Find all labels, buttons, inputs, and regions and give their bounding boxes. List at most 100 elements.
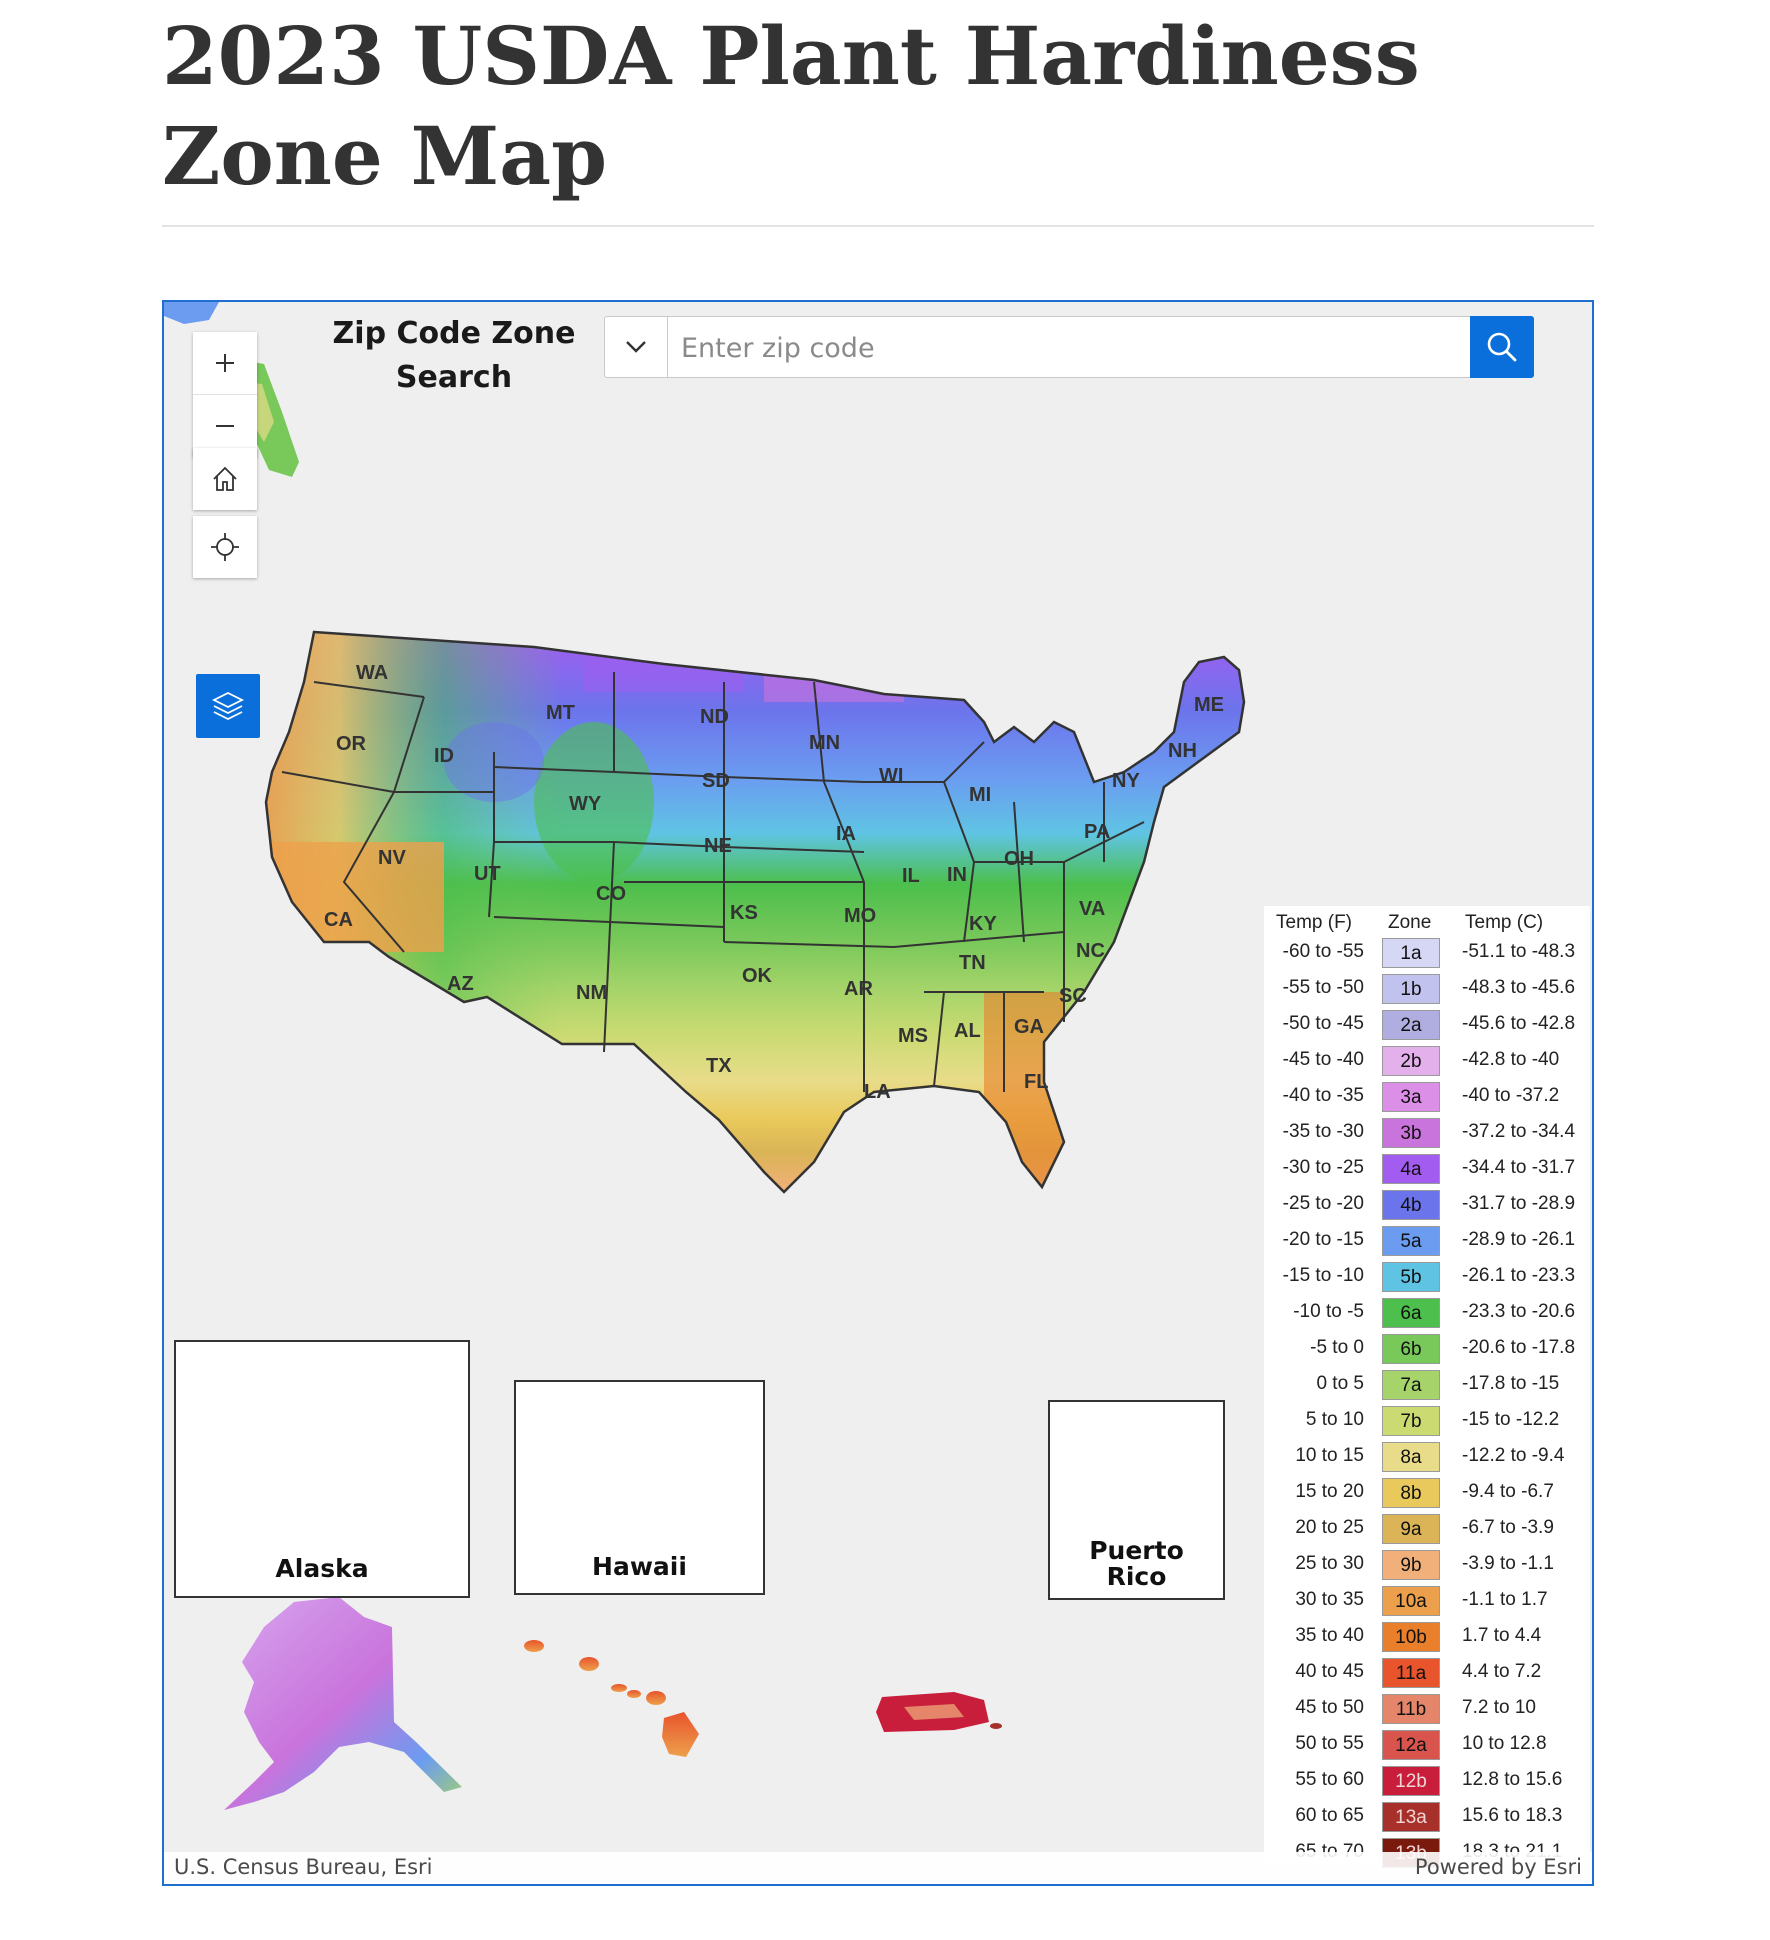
legend-temp-c: 10 to 12.8 xyxy=(1462,1733,1547,1754)
state-label-wy: WY xyxy=(569,793,602,815)
zip-code-input[interactable] xyxy=(679,323,1463,373)
legend-zone-swatch: 3a xyxy=(1382,1082,1440,1112)
legend-header-zone: Zone xyxy=(1388,912,1432,933)
locate-button[interactable] xyxy=(193,516,257,578)
legend-temp-f: 20 to 25 xyxy=(1295,1517,1364,1538)
state-label-ga: GA xyxy=(1014,1016,1044,1038)
legend-temp-c: -40 to -37.2 xyxy=(1462,1085,1560,1106)
legend-zone-swatch: 5b xyxy=(1382,1262,1440,1292)
hawaii-inset-map xyxy=(524,1640,699,1757)
search-icon xyxy=(1487,332,1517,362)
legend-row-6a: -10 to -5 6a -23.3 to -20.6 xyxy=(1264,1296,1590,1332)
state-label-wi: WI xyxy=(879,765,903,787)
state-label-nd: ND xyxy=(700,706,729,728)
legend-header-temp-c: Temp (C) xyxy=(1465,912,1544,933)
legend-temp-c: -42.8 to -40 xyxy=(1462,1049,1560,1070)
legend-temp-f: 35 to 40 xyxy=(1295,1625,1364,1646)
legend-temp-f: 40 to 45 xyxy=(1295,1661,1364,1682)
hawaii-inset[interactable]: Hawaii xyxy=(514,1380,765,1595)
state-label-co: CO xyxy=(596,883,626,905)
legend-temp-f: -30 to -25 xyxy=(1282,1157,1364,1178)
search-source-dropdown[interactable] xyxy=(605,317,668,377)
legend-temp-f: -40 to -35 xyxy=(1282,1085,1364,1106)
zip-search-bar xyxy=(604,316,1534,378)
state-label-id: ID xyxy=(434,745,454,767)
legend-temp-f: -10 to -5 xyxy=(1293,1301,1364,1322)
state-label-ca: CA xyxy=(324,909,353,931)
legend-temp-c: -31.7 to -28.9 xyxy=(1462,1193,1576,1214)
legend-row-5a: -20 to -15 5a -28.9 to -26.1 xyxy=(1264,1224,1590,1260)
legend-temp-f: 10 to 15 xyxy=(1295,1445,1364,1466)
state-label-mt: MT xyxy=(546,702,575,724)
legend-temp-f: -60 to -55 xyxy=(1282,941,1364,962)
state-label-ny: NY xyxy=(1112,770,1140,792)
locate-crosshair-icon xyxy=(211,533,239,561)
legend-zone-swatch: 8a xyxy=(1382,1442,1440,1472)
layers-button[interactable] xyxy=(196,674,260,738)
legend-temp-c: 4.4 to 7.2 xyxy=(1462,1661,1542,1682)
legend-row-6b: -5 to 0 6b -20.6 to -17.8 xyxy=(1264,1332,1590,1368)
legend-temp-f: -25 to -20 xyxy=(1282,1193,1364,1214)
state-label-nm: NM xyxy=(576,982,607,1004)
legend-temp-c: -3.9 to -1.1 xyxy=(1462,1553,1554,1574)
legend-row-2b: -45 to -40 2b -42.8 to -40 xyxy=(1264,1044,1590,1080)
legend-row-13a: 60 to 65 13a 15.6 to 18.3 xyxy=(1264,1800,1590,1836)
state-label-ne: NE xyxy=(704,835,732,857)
legend-zone-swatch: 5a xyxy=(1382,1226,1440,1256)
alaska-inset-label: Alaska xyxy=(275,1554,369,1583)
legend-row-8a: 10 to 15 8a -12.2 to -9.4 xyxy=(1264,1440,1590,1476)
legend-row-10a: 30 to 35 10a -1.1 to 1.7 xyxy=(1264,1584,1590,1620)
legend-temp-f: 0 to 5 xyxy=(1316,1373,1364,1394)
alaska-inset[interactable]: Alaska xyxy=(174,1340,470,1598)
state-label-or: OR xyxy=(336,733,367,755)
legend-temp-f: -15 to -10 xyxy=(1282,1265,1364,1286)
legend-temp-c: -6.7 to -3.9 xyxy=(1462,1517,1554,1538)
puerto-rico-inset-label: Puerto Rico xyxy=(1089,1536,1184,1591)
state-label-mi: MI xyxy=(969,784,991,806)
legend-zone-swatch: 4a xyxy=(1382,1154,1440,1184)
legend-row-3a: -40 to -35 3a -40 to -37.2 xyxy=(1264,1080,1590,1116)
state-label-pa: PA xyxy=(1084,821,1110,843)
legend-temp-f: 45 to 50 xyxy=(1295,1697,1364,1718)
legend-temp-c: -34.4 to -31.7 xyxy=(1462,1157,1576,1178)
state-label-nc: NC xyxy=(1076,940,1105,962)
legend-row-8b: 15 to 20 8b -9.4 to -6.7 xyxy=(1264,1476,1590,1512)
zip-search-label: Zip Code Zone Search xyxy=(332,316,576,395)
legend-temp-c: -37.2 to -34.4 xyxy=(1462,1121,1576,1142)
legend-zone-swatch: 13a xyxy=(1382,1802,1440,1832)
legend-temp-c: -20.6 to -17.8 xyxy=(1462,1337,1576,1358)
legend-zone-swatch: 10a xyxy=(1382,1586,1440,1616)
state-label-ky: KY xyxy=(969,913,997,935)
legend-temp-f: 25 to 30 xyxy=(1295,1553,1364,1574)
zoom-in-button[interactable] xyxy=(193,332,257,394)
legend-header-temp-f: Temp (F) xyxy=(1276,912,1352,933)
state-label-va: VA xyxy=(1079,898,1105,920)
puerto-rico-inset[interactable]: Puerto Rico xyxy=(1048,1400,1225,1600)
state-label-oh: OH xyxy=(1004,848,1034,870)
legend-row-4b: -25 to -20 4b -31.7 to -28.9 xyxy=(1264,1188,1590,1224)
state-label-mn: MN xyxy=(809,732,840,754)
home-button[interactable] xyxy=(193,448,257,510)
legend-zone-swatch: 2b xyxy=(1382,1046,1440,1076)
legend-temp-c: -1.1 to 1.7 xyxy=(1462,1589,1548,1610)
state-label-ok: OK xyxy=(742,965,773,987)
legend-temp-c: 15.6 to 18.3 xyxy=(1462,1805,1563,1826)
legend-temp-f: -35 to -30 xyxy=(1282,1121,1364,1142)
powered-by-esri-link[interactable]: Powered by Esri xyxy=(1415,1855,1582,1879)
legend-row-9a: 20 to 25 9a -6.7 to -3.9 xyxy=(1264,1512,1590,1548)
map-view[interactable]: WA OR CA ID NV MT WY UT AZ CO NM ND SD N… xyxy=(162,300,1594,1886)
home-control xyxy=(193,448,257,510)
search-button[interactable] xyxy=(1470,316,1534,378)
legend-zone-swatch: 12a xyxy=(1382,1730,1440,1760)
legend-zone-swatch: 9a xyxy=(1382,1514,1440,1544)
legend-temp-f: -20 to -15 xyxy=(1282,1229,1364,1250)
state-label-ut: UT xyxy=(474,863,501,885)
zoom-controls xyxy=(193,332,257,457)
legend-temp-c: -15 to -12.2 xyxy=(1462,1409,1560,1430)
legend-temp-f: 30 to 35 xyxy=(1295,1589,1364,1610)
legend-row-3b: -35 to -30 3b -37.2 to -34.4 xyxy=(1264,1116,1590,1152)
legend-row-9b: 25 to 30 9b -3.9 to -1.1 xyxy=(1264,1548,1590,1584)
state-label-nv: NV xyxy=(378,847,406,869)
legend-zone-swatch: 12b xyxy=(1382,1766,1440,1796)
state-label-ia: IA xyxy=(836,823,856,845)
